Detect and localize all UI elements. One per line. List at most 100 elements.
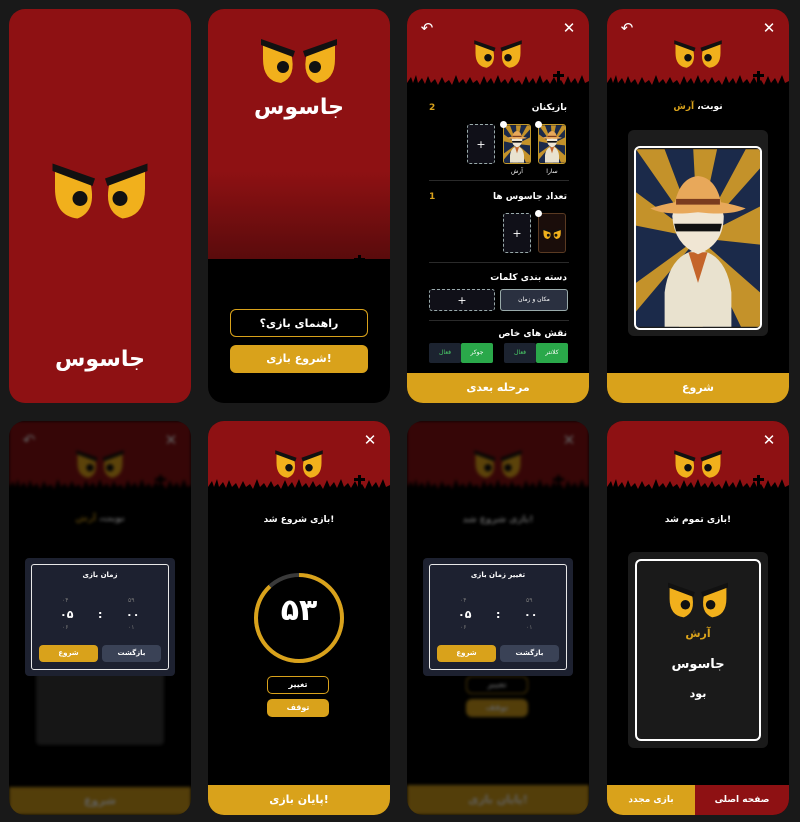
divider (429, 320, 569, 321)
graveyard-grass (407, 71, 589, 93)
add-spy-button[interactable]: + (503, 213, 531, 253)
end-game-button[interactable]: پایان بازی! (208, 785, 390, 815)
role-sheriff-active[interactable]: فعال (504, 343, 536, 363)
result-role: جاسوس (671, 657, 725, 672)
bg-turn-prefix: نوبت، (99, 514, 125, 524)
result-was: بود (689, 687, 707, 700)
home-button[interactable]: صفحه اصلی (695, 785, 789, 815)
graveyard-grass (607, 71, 789, 93)
close-icon[interactable]: ✕ (761, 20, 777, 36)
minutes-below: ۰۶ (62, 624, 69, 631)
seconds-value[interactable]: ۰۰ (126, 608, 139, 621)
role-sheriff-label: کلانتر (545, 349, 559, 356)
angry-eyes-logo (275, 450, 323, 478)
angry-eyes-logo (674, 40, 722, 68)
time-separator: : (496, 608, 501, 621)
categories-title: دسته بندی کلمات (490, 273, 567, 283)
home-title: جاسوس (254, 95, 344, 120)
spies-count: 1 (429, 192, 436, 202)
back-arrow-icon[interactable]: ↶ (419, 20, 435, 36)
minutes-value[interactable]: ۰۵ (60, 608, 73, 621)
home-screen: جاسوس راهنمای بازی؟ شروع بازی! (208, 9, 390, 403)
category-chip[interactable]: مکان و زمان (500, 289, 568, 311)
role-card[interactable] (628, 130, 768, 336)
seconds-value[interactable]: ۰۰ (524, 608, 537, 621)
player-card[interactable] (503, 124, 531, 164)
time-modal: زمان بازی ۰۴ ۰۵ ۰۶ : ۵۹ ۰۰ ۰۱ شروع بازگش… (25, 558, 175, 676)
players-title: بازیکنان (531, 103, 567, 113)
remove-player-icon[interactable] (500, 121, 507, 128)
seconds-below: ۰۱ (128, 624, 135, 631)
game-screen: ✕ بازی شروع شد! ۵۳ تغییر توقف پایان بازی… (208, 421, 390, 815)
modal-start-button[interactable]: شروع (39, 645, 98, 662)
bg-pause-button: توقف (466, 699, 528, 717)
guide-button[interactable]: راهنمای بازی؟ (230, 309, 368, 337)
start-turn-button[interactable]: شروع (607, 373, 789, 403)
splash-screen: جاسوس (9, 9, 191, 403)
change-time-modal: تغییر زمان بازی ۰۴ ۰۵ ۰۶ : ۵۹ ۰۰ ۰۱ شروع… (423, 558, 573, 676)
player-card[interactable] (538, 124, 566, 164)
splash-title: جاسوس (55, 347, 145, 372)
role-joker-label: جوکر (470, 349, 484, 356)
bg-end-button: پایان بازی! (407, 785, 589, 815)
bg-game-status: بازی شروع شد! (462, 515, 534, 525)
angry-eyes-logo (474, 40, 522, 68)
role-sheriff-chip[interactable]: کلانتر (536, 343, 568, 363)
role-active-label: فعال (514, 349, 526, 356)
change-time-button[interactable]: تغییر (267, 676, 329, 694)
close-icon[interactable]: ✕ (362, 432, 378, 448)
result-card: آرش جاسوس بود (628, 552, 768, 748)
seconds-above: ۵۹ (128, 597, 135, 604)
turn-player-name: آرش (673, 102, 695, 112)
angry-eyes-icon (668, 582, 728, 618)
setup-screen: ↶ ✕ بازیکنان 2 + آرش سارا تعداد جاسوس ها… (407, 9, 589, 403)
players-count: 2 (429, 103, 436, 113)
minutes-above: ۰۴ (62, 597, 69, 604)
pause-button[interactable]: توقف (267, 699, 329, 717)
time-separator: : (98, 608, 103, 621)
start-game-button[interactable]: شروع بازی! (230, 345, 368, 373)
change-time-title: تغییر زمان بازی (470, 571, 526, 579)
modal-start-button[interactable]: شروع (437, 645, 496, 662)
result-screen: ✕ بازی تموم شد! آرش جاسوس بود بازی مجدد … (607, 421, 789, 815)
minutes-below: ۰۶ (460, 624, 467, 631)
add-player-button[interactable]: + (467, 124, 495, 164)
role-active-label: فعال (439, 349, 451, 356)
modal-back-button[interactable]: بازگشت (102, 645, 161, 662)
divider (429, 262, 569, 263)
game-status: بازی شروع شد! (263, 515, 335, 525)
change-time-screen: ✕ بازی شروع شد! تغییر توقف پایان بازی! ت… (407, 421, 589, 815)
time-modal-frame: زمان بازی ۰۴ ۰۵ ۰۶ : ۵۹ ۰۰ ۰۱ شروع بازگش… (31, 564, 169, 670)
add-category-button[interactable]: + (429, 289, 495, 311)
angry-eyes-icon (543, 228, 562, 240)
turn-label: نوبت، آرش (607, 102, 789, 112)
time-modal-screen: ↶ ✕ نوبت، آرش شروع زمان بازی ۰۴ ۰۵ ۰۶ : … (9, 421, 191, 815)
bg-turn-name: آرش (75, 514, 97, 524)
turn-prefix: نوبت، (697, 102, 723, 112)
role-card-image (634, 146, 762, 330)
timer-value: ۵۳ (280, 593, 318, 628)
minutes-value[interactable]: ۰۵ (458, 608, 471, 621)
result-player-name: آرش (685, 627, 711, 640)
divider (429, 180, 569, 181)
remove-spy-icon[interactable] (535, 210, 542, 217)
time-modal-title: زمان بازی (82, 571, 118, 579)
minutes-above: ۰۴ (460, 597, 467, 604)
role-joker-chip[interactable]: جوکر (461, 343, 493, 363)
result-status: بازی تموم شد! (664, 515, 732, 525)
spy-card[interactable] (538, 213, 566, 253)
seconds-above: ۵۹ (526, 597, 533, 604)
seconds-below: ۰۱ (526, 624, 533, 631)
back-arrow-icon[interactable]: ↶ (619, 20, 635, 36)
graveyard-grass (208, 255, 390, 277)
replay-button[interactable]: بازی مجدد (607, 785, 695, 815)
role-joker-active[interactable]: فعال (429, 343, 461, 363)
special-roles-title: نقش های خاص (498, 329, 567, 339)
close-icon[interactable]: ✕ (561, 20, 577, 36)
remove-player-icon[interactable] (535, 121, 542, 128)
spies-title: تعداد جاسوس ها (492, 192, 567, 202)
close-icon[interactable]: ✕ (761, 432, 777, 448)
angry-eyes-logo (52, 163, 148, 219)
modal-back-button[interactable]: بازگشت (500, 645, 559, 662)
next-step-button[interactable]: مرحله بعدی (407, 373, 589, 403)
